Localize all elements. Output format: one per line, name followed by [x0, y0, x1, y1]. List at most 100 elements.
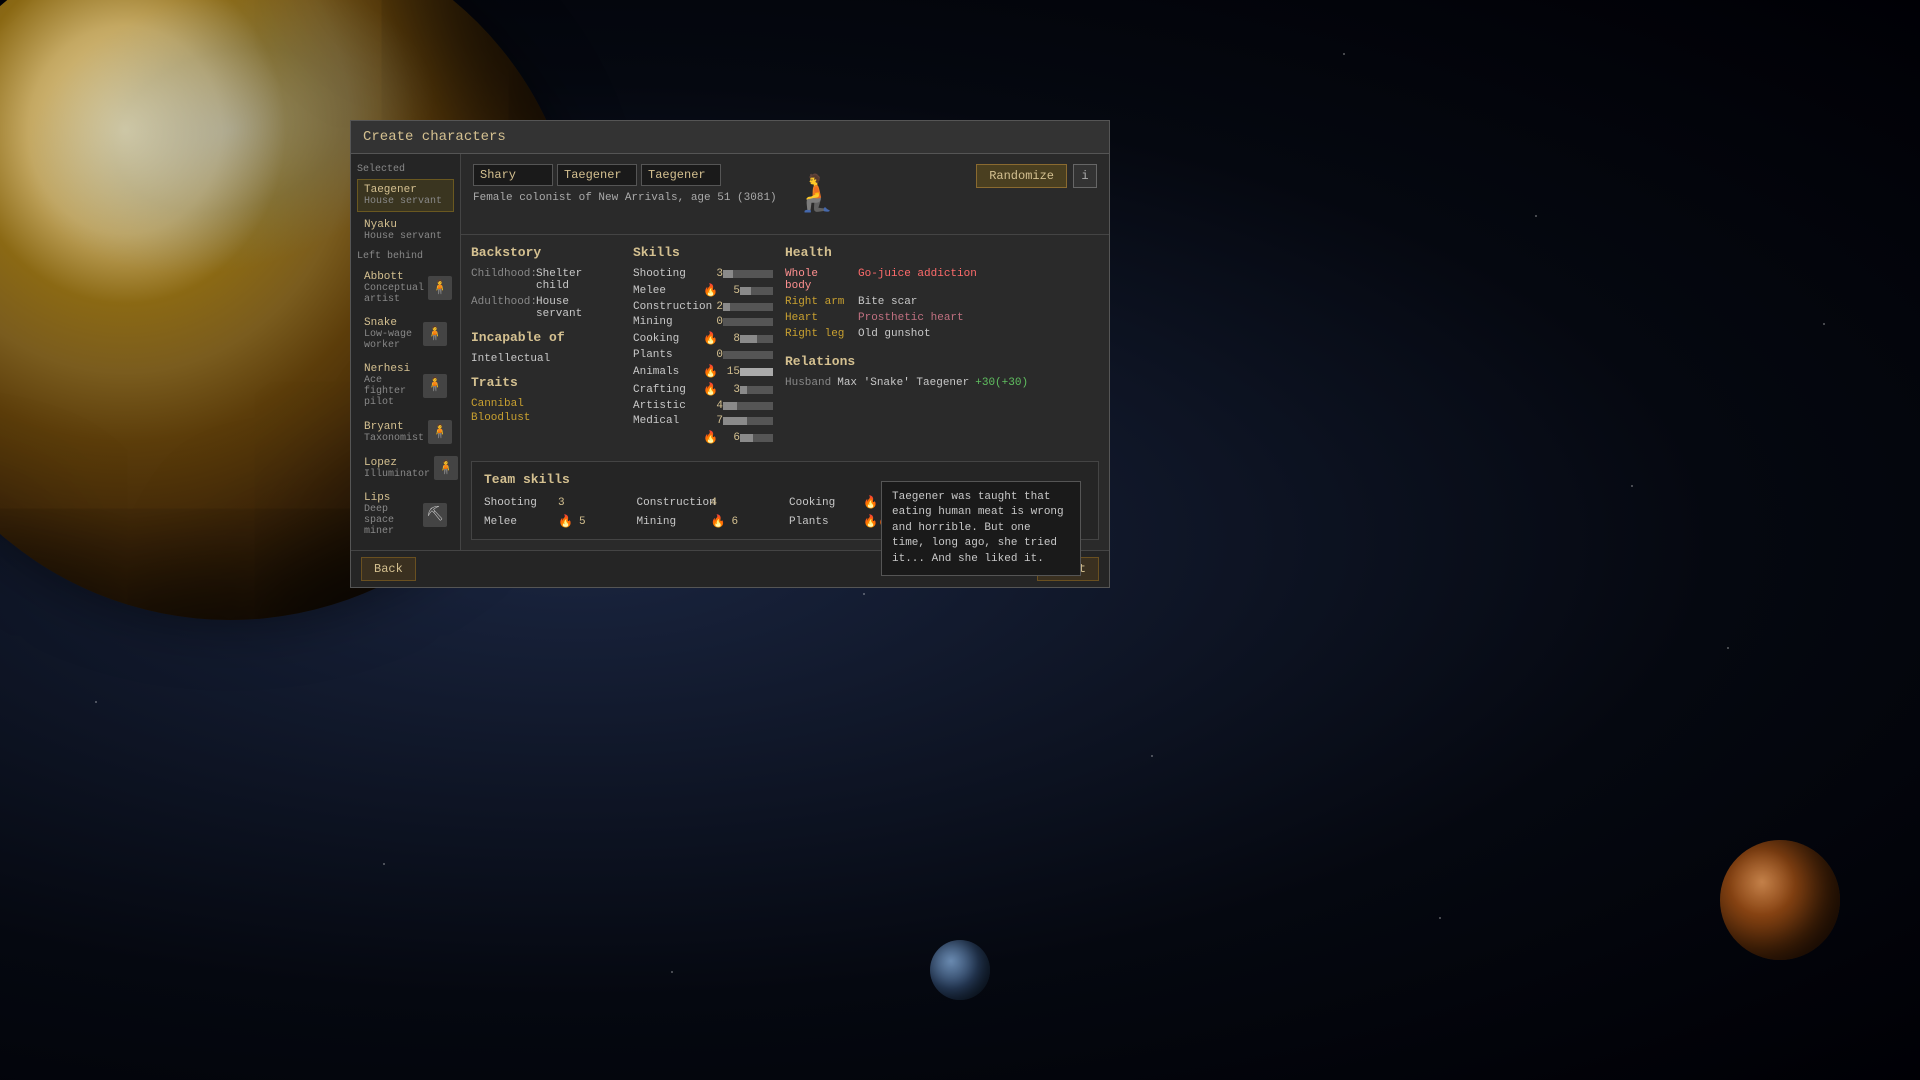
char-item-bryant[interactable]: Bryant Taxonomist 🧍	[357, 415, 454, 449]
char-item-lips[interactable]: Lips Deep space miner ⛏	[357, 487, 454, 542]
character-list: Selected Taegener House servant Nyaku Ho…	[351, 154, 461, 550]
skill-medical-value: 7	[703, 415, 723, 427]
incapable-section: Incapable of Intellectual	[471, 330, 621, 365]
traits-title: Traits	[471, 375, 621, 390]
skill-construction-bar	[723, 303, 773, 311]
tooltip-text: Taegener was taught that eating human me…	[892, 491, 1064, 565]
skill-cooking-bar	[740, 335, 773, 343]
char-item-lopez[interactable]: Lopez Illuminator 🧍	[357, 451, 454, 485]
char-lips-name: Lips	[364, 492, 419, 504]
team-shooting-val: 3	[558, 497, 565, 509]
info-button[interactable]: i	[1073, 164, 1097, 188]
relations-title: Relations	[785, 354, 1099, 369]
skill-melee-bar	[740, 287, 773, 295]
adulthood-label: Adulthood:	[471, 296, 536, 320]
randomize-button[interactable]: Randomize	[976, 164, 1067, 188]
char-lopez-avatar: 🧍	[434, 456, 458, 480]
health-part-heart: Heart	[785, 312, 850, 324]
char-lopez-info: Lopez Illuminator	[364, 457, 430, 480]
cooking-fire-icon: 🔥	[703, 331, 718, 346]
skill-mining-label: Mining	[633, 316, 703, 328]
relation-name-snake: Max 'Snake' Taegener	[837, 377, 969, 389]
middle-name-input[interactable]	[557, 164, 637, 186]
char-abbott-role: Conceptual artist	[364, 283, 424, 305]
char-item-nyaku[interactable]: Nyaku House servant	[357, 214, 454, 247]
skill-cooking-label: Cooking	[633, 333, 703, 345]
char-snake-name: Snake	[364, 317, 419, 329]
char-lips-info: Lips Deep space miner	[364, 492, 419, 537]
char-snake-role: Low-wage worker	[364, 329, 419, 351]
skill-plants-value: 0	[703, 349, 723, 361]
char-item-snake[interactable]: Snake Low-wage worker 🧍	[357, 312, 454, 356]
skill-medical: Medical 7	[633, 415, 773, 427]
char-bryant-info: Bryant Taxonomist	[364, 421, 424, 444]
skill-construction-label: Construction	[633, 301, 703, 313]
skill-plants-bar	[723, 351, 773, 359]
team-skill-melee: Melee 🔥 5	[484, 514, 629, 529]
skill-social-value: 6	[720, 432, 740, 444]
childhood-label: Childhood:	[471, 268, 536, 292]
skill-artistic-value: 4	[703, 400, 723, 412]
char-lopez-role: Illuminator	[364, 469, 430, 480]
character-avatar-main: 🧎	[787, 164, 847, 224]
team-mining-val: 6	[731, 516, 738, 528]
char-item-abbott[interactable]: Abbott Conceptual artist 🧍	[357, 266, 454, 310]
health-cond-bitescar: Bite scar	[858, 296, 917, 308]
team-construction-val: 4	[711, 497, 718, 509]
char-abbott-name: Abbott	[364, 271, 424, 283]
team-cooking-label: Cooking	[789, 497, 859, 509]
team-melee-fire: 🔥	[558, 514, 573, 529]
char-nerhesi-role: Ace fighter pilot	[364, 375, 419, 408]
relation-husband: Husband Max 'Snake' Taegener +30(+30)	[785, 377, 1099, 389]
health-part-whole: Whole body	[785, 268, 850, 292]
char-bryant-role: Taxonomist	[364, 433, 424, 444]
char-taegener-info: Taegener House servant	[364, 184, 447, 207]
animals-fire-icon: 🔥	[703, 364, 718, 379]
trait-bloodlust: Bloodlust	[471, 412, 621, 424]
incapable-intellectual: Intellectual	[471, 353, 621, 365]
back-button[interactable]: Back	[361, 557, 416, 581]
skill-crafting-label: Crafting	[633, 384, 703, 396]
skill-crafting-value: 3	[720, 384, 740, 396]
skill-animals-value: 15	[720, 366, 740, 378]
health-part-leg: Right leg	[785, 328, 850, 340]
skill-mining: Mining 0	[633, 316, 773, 328]
team-skill-mining: Mining 🔥 6	[637, 514, 782, 529]
health-right-arm: Right arm Bite scar	[785, 296, 1099, 308]
health-whole-body: Whole body Go-juice addiction	[785, 268, 1099, 292]
health-cond-gunshot: Old gunshot	[858, 328, 931, 340]
adulthood-row: Adulthood: House servant	[471, 296, 621, 320]
health-relations-section: Health Whole body Go-juice addiction Rig…	[785, 245, 1099, 451]
character-description: Female colonist of New Arrivals, age 51 …	[473, 192, 777, 204]
melee-fire-icon: 🔥	[703, 283, 718, 298]
create-characters-dialog: Create characters Selected Taegener Hous…	[350, 120, 1110, 588]
first-name-input[interactable]	[473, 164, 553, 186]
char-abbott-info: Abbott Conceptual artist	[364, 271, 424, 305]
traits-section: Traits Cannibal Bloodlust	[471, 375, 621, 424]
health-heart: Heart Prosthetic heart	[785, 312, 1099, 324]
skill-artistic-label: Artistic	[633, 400, 703, 412]
skills-section: Skills Shooting 3 Melee 🔥 5	[633, 245, 773, 451]
dialog-title-text: Create characters	[363, 129, 506, 145]
char-item-taegener[interactable]: Taegener House servant	[357, 179, 454, 212]
skill-melee-value: 5	[720, 285, 740, 297]
char-bryant-name: Bryant	[364, 421, 424, 433]
team-construction-label: Construction	[637, 497, 707, 509]
team-plants-label: Plants	[789, 516, 859, 528]
char-nerhesi-name: Nerhesi	[364, 363, 419, 375]
small-planet	[1720, 840, 1840, 960]
skill-animals-label: Animals	[633, 366, 703, 378]
skill-melee-label: Melee	[633, 285, 703, 297]
skill-shooting: Shooting 3	[633, 268, 773, 280]
childhood-row: Childhood: Shelter child	[471, 268, 621, 292]
char-item-nerhesi[interactable]: Nerhesi Ace fighter pilot 🧍	[357, 358, 454, 413]
char-bryant-avatar: 🧍	[428, 420, 452, 444]
moon	[930, 940, 990, 1000]
char-nerhesi-info: Nerhesi Ace fighter pilot	[364, 363, 419, 408]
relations-section: Relations Husband Max 'Snake' Taegener +…	[785, 354, 1099, 389]
header-buttons: Randomize i	[976, 164, 1097, 188]
skill-plants-label: Plants	[633, 349, 703, 361]
skill-melee: Melee 🔥 5	[633, 283, 773, 298]
last-name-input[interactable]	[641, 164, 721, 186]
skill-artistic-bar	[723, 402, 773, 410]
